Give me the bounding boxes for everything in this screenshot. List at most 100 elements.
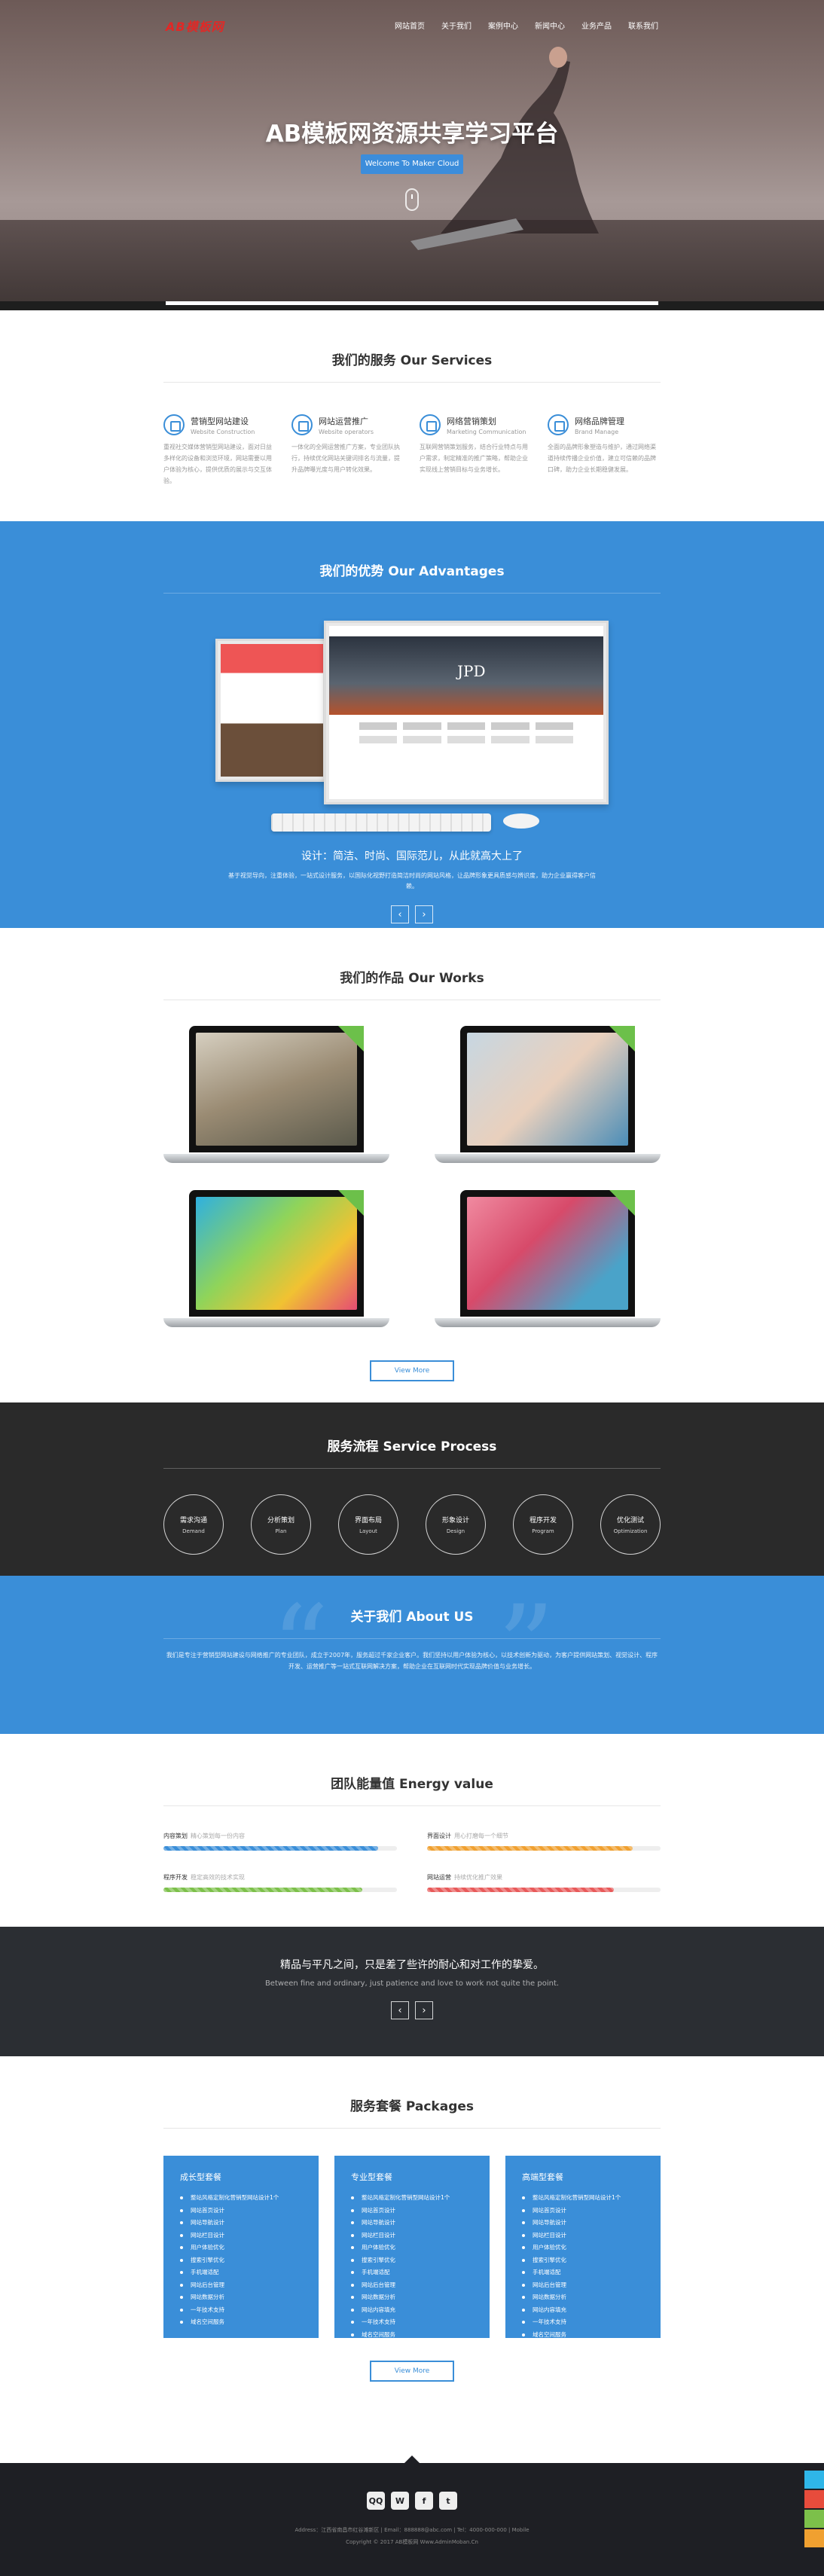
package-feature: 网站内容填充 <box>522 2304 644 2317</box>
back-monitor <box>215 639 328 782</box>
package-card[interactable]: 成长型套餐 整站风格定制化营销型网站设计1个 网站首页设计 网站导航设计 网站栏目设计用… <box>163 2156 319 2338</box>
nav-home[interactable]: 网站首页 <box>395 20 425 31</box>
energy-item: 程序开发 稳定高效的技术实现 <box>163 1873 397 1892</box>
energy-label: 网站运营 持续优化推广效果 <box>427 1874 502 1881</box>
package-feature: 网站数据分析 <box>180 2291 302 2304</box>
next-arrow-icon[interactable]: › <box>415 2001 433 2019</box>
site-logo[interactable]: AB模板网 <box>166 17 224 35</box>
main-nav: 网站首页 关于我们 案例中心 新闻中心 业务产品 联系我们 <box>395 20 658 31</box>
energy-label: 程序开发 稳定高效的技术实现 <box>163 1874 245 1881</box>
twitter-icon[interactable]: t <box>439 2492 457 2510</box>
nav-products[interactable]: 业务产品 <box>581 20 612 31</box>
energy-label: 界面设计 用心打磨每一个细节 <box>427 1833 508 1839</box>
service-card[interactable]: 营销型网站建设 Website Construction 重视社交媒体营销型网站建… <box>163 414 276 487</box>
package-feature: 整站风格定制化营销型网站设计1个 <box>351 2192 473 2205</box>
package-feature: 手机端适配 <box>522 2266 644 2279</box>
wechat-icon[interactable]: W <box>391 2492 409 2510</box>
energy-track <box>163 1888 397 1892</box>
scroll-mouse-icon[interactable] <box>405 188 419 211</box>
work-item[interactable] <box>435 1190 661 1327</box>
package-feature: 网站栏目设计 <box>180 2230 302 2242</box>
advantages-heading: 设计：简洁、时尚、国际范儿，从此就高大上了 <box>301 850 523 862</box>
package-feature: 域名空间服务 <box>522 2329 644 2342</box>
works-section: 我们的作品 Our Works View More <box>0 928 824 1402</box>
package-feature: 用户体验优化 <box>180 2242 302 2254</box>
nav-contact[interactable]: 联系我们 <box>628 20 658 31</box>
energy-track <box>427 1888 661 1892</box>
about-text: 我们是专注于营销型网站建设与网络推广的专业团队，成立于2007年，服务超过千家企… <box>166 1652 658 1670</box>
energy-item: 内容策划 精心策划每一份内容 <box>163 1832 397 1851</box>
service-card[interactable]: 网络营销策划 Marketing Communication 互联网营销策划服务，… <box>420 414 533 487</box>
package-name: 高端型套餐 <box>522 2172 563 2182</box>
advantages-desc: 基于视觉导向，注重体验，一站式设计服务，以国际化视野打造简洁时尚的网站风格，让品… <box>228 872 596 890</box>
nav-about[interactable]: 关于我们 <box>441 20 472 31</box>
service-subtitle: Website operators <box>319 428 374 435</box>
work-item[interactable] <box>435 1026 661 1163</box>
prev-arrow-icon[interactable]: ‹ <box>391 2001 409 2019</box>
package-feature: 网站首页设计 <box>180 2205 302 2217</box>
energy-bar <box>163 1888 362 1892</box>
hero-bottom-bar <box>0 301 824 310</box>
package-card[interactable]: 高端型套餐 整站风格定制化营销型网站设计1个 网站首页设计 网站导航设计 网站栏目设计用… <box>505 2156 661 2338</box>
work-item[interactable] <box>163 1190 389 1327</box>
advantages-section: 我们的优势 Our Advantages JPD 设计：简洁、时尚、国际范儿，从… <box>0 521 824 928</box>
sidebar-wechat-icon[interactable] <box>804 2510 824 2528</box>
process-step: 需求沟通 Demand <box>163 1494 224 1555</box>
hero-welcome-button[interactable]: Welcome To Maker Cloud <box>361 154 463 174</box>
sidebar-top-icon[interactable] <box>804 2529 824 2547</box>
service-title: 网络品牌管理 <box>575 416 624 426</box>
package-feature: 网站栏目设计 <box>351 2230 473 2242</box>
service-subtitle: Brand Manage <box>575 428 619 435</box>
quote-band: 精品与平凡之间，只是差了些许的耐心和对工作的挚爱。 Between fine a… <box>0 1927 824 2056</box>
service-desc: 一体化的全网运营推广方案，专业团队执行，持续优化网站关键词排名与流量，提升品牌曝… <box>291 444 400 473</box>
package-feature: 网站内容填充 <box>351 2304 473 2317</box>
package-feature: 网站后台管理 <box>351 2279 473 2292</box>
energy-track <box>427 1846 661 1851</box>
works-view-more-button[interactable]: View More <box>370 1360 454 1381</box>
next-arrow-icon[interactable]: › <box>415 905 433 923</box>
service-card[interactable]: 网络品牌管理 Brand Manage 全面的品牌形象塑造与维护，通过网络渠道持续… <box>548 414 661 487</box>
facebook-icon[interactable]: f <box>415 2492 433 2510</box>
mouse-device <box>503 813 539 829</box>
process-step: 分析策划 Plan <box>251 1494 311 1555</box>
package-feature: 网站导航设计 <box>180 2217 302 2230</box>
sidebar-qq-icon[interactable] <box>804 2471 824 2489</box>
package-feature: 网站导航设计 <box>522 2217 644 2230</box>
service-subtitle: Website Construction <box>191 428 255 435</box>
package-feature: 搜索引擎优化 <box>351 2254 473 2267</box>
package-name: 专业型套餐 <box>351 2172 392 2182</box>
packages-view-more-button[interactable]: View More <box>370 2361 454 2382</box>
service-card[interactable]: 网站运营推广 Website operators 一体化的全网运营推广方案，专业团… <box>291 414 404 487</box>
work-item[interactable] <box>163 1026 389 1163</box>
packages-section: 服务套餐 Packages 成长型套餐 整站风格定制化营销型网站设计1个 网站首页设… <box>0 2056 824 2463</box>
floating-sidebar <box>804 2471 824 2549</box>
package-feature: 网站数据分析 <box>351 2291 473 2304</box>
package-feature: 一年技术支持 <box>522 2316 644 2329</box>
about-title: 关于我们 About US <box>163 1576 661 1639</box>
hero-banner: AB模板网 网站首页 关于我们 案例中心 新闻中心 业务产品 联系我们 AB模板… <box>0 0 824 310</box>
sidebar-phone-icon[interactable] <box>804 2490 824 2508</box>
package-feature: 网站导航设计 <box>351 2217 473 2230</box>
service-desc: 全面的品牌形象塑造与维护，通过网络渠道持续传播企业价值，建立可信赖的品牌口碑，助… <box>548 444 656 473</box>
energy-item: 网站运营 持续优化推广效果 <box>427 1873 661 1892</box>
process-step: 形象设计 Design <box>426 1494 486 1555</box>
screen-brand-text: JPD <box>457 662 486 680</box>
device-mockup: JPD <box>0 616 824 835</box>
package-name: 成长型套餐 <box>180 2172 221 2182</box>
package-feature: 网站后台管理 <box>522 2279 644 2292</box>
qq-icon[interactable]: QQ <box>367 2492 385 2510</box>
energy-bar <box>427 1888 614 1892</box>
prev-arrow-icon[interactable]: ‹ <box>391 905 409 923</box>
energy-item: 界面设计 用心打磨每一个细节 <box>427 1832 661 1851</box>
footer-contact: Address：江西省南昌市红谷滩新区 | Email：888888@abc.c… <box>295 2527 529 2533</box>
package-feature: 手机端适配 <box>351 2266 473 2279</box>
main-monitor: JPD <box>324 621 609 804</box>
nav-cases[interactable]: 案例中心 <box>488 20 518 31</box>
energy-title: 团队能量值 Energy value <box>163 1734 661 1806</box>
packages-title: 服务套餐 Packages <box>163 2056 661 2129</box>
package-feature: 搜索引擎优化 <box>180 2254 302 2267</box>
package-feature: 用户体验优化 <box>351 2242 473 2254</box>
package-feature: 网站数据分析 <box>522 2291 644 2304</box>
package-card[interactable]: 专业型套餐 整站风格定制化营销型网站设计1个 网站首页设计 网站导航设计 网站栏目设计用… <box>334 2156 490 2338</box>
nav-news[interactable]: 新闻中心 <box>535 20 565 31</box>
